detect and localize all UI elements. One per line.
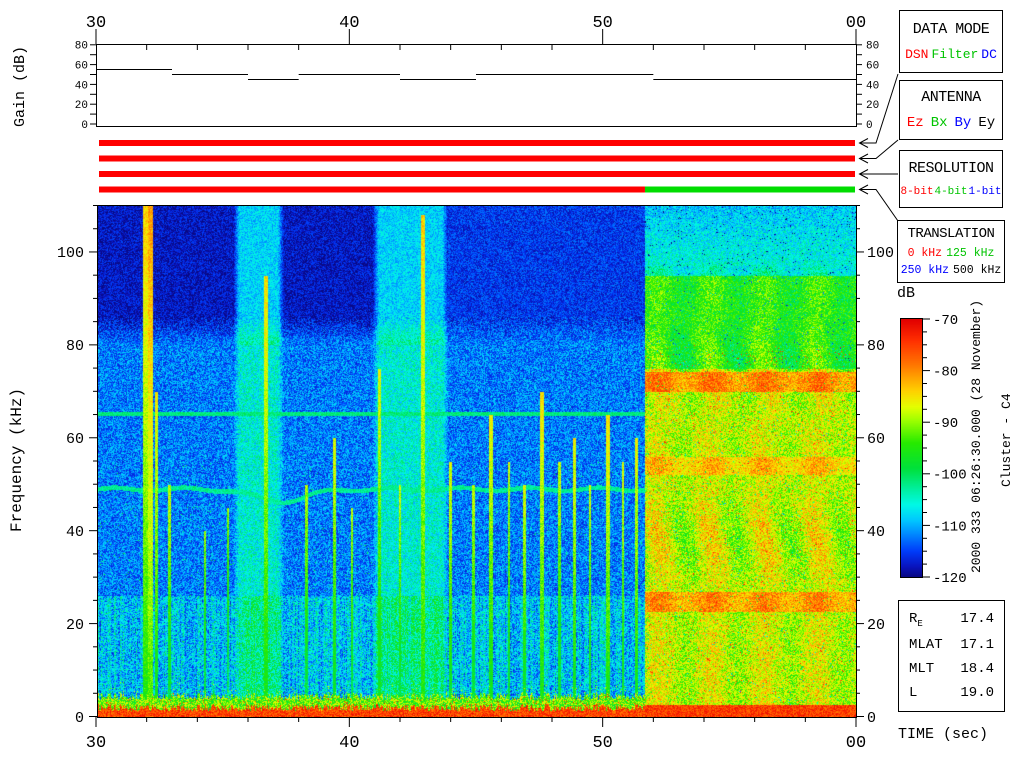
time-tick-label: 40 [339, 734, 359, 753]
spacecraft-vertical-label: Cluster - C4 [999, 388, 1014, 492]
resolution-option-1bit: 1-bit [969, 186, 1002, 198]
gain-x-tick-label: 00 [846, 14, 866, 33]
gain-y-tick-label-left: 40 [75, 80, 88, 92]
translation-title: TRANSLATION [908, 226, 995, 242]
gain-plot-frame [97, 45, 857, 127]
spectrogram-canvas [98, 206, 856, 717]
data-mode-title: DATA MODE [913, 21, 990, 38]
time-tick-label: 00 [846, 734, 866, 753]
ephemeris-box: RE 17.4 MLAT 17.1 MLT 18.4 L 19.0 [898, 600, 1005, 712]
antenna-option-by: By [955, 115, 972, 131]
colorbar-db-label: dB [897, 285, 915, 302]
translation-option-125khz: 125 kHz [946, 247, 994, 260]
ephemeris-row-mlt: MLT 18.4 [909, 661, 994, 677]
ephemeris-row-l: L 19.0 [909, 685, 994, 701]
colorbar-tick-label: -100 [933, 468, 967, 484]
status-bar-antenna [99, 156, 855, 162]
time-tick-label: 50 [592, 734, 612, 753]
ephemeris-label-mlt: MLT [909, 661, 934, 677]
ephemeris-label-re: RE [909, 611, 923, 629]
colorbar-tick-label: -80 [933, 365, 958, 381]
freq-tick-label-right: 100 [867, 245, 894, 262]
gain-y-tick-label-left: 0 [81, 120, 88, 132]
freq-tick-label-left: 40 [66, 524, 84, 541]
data-mode-option-filter: Filter [931, 47, 978, 62]
resolution-option-8bit: 8-bit [900, 186, 933, 198]
status-bar-resolution [99, 171, 855, 177]
gain-y-tick-label-right: 40 [866, 80, 879, 92]
resolution-option-4bit: 4-bit [934, 186, 967, 198]
ephemeris-value-mlt: 18.4 [960, 661, 994, 677]
timestamp-vertical-label: 2000 333 06:26:30.000 (28 November) [969, 290, 984, 582]
status-bar-translation [99, 187, 645, 193]
freq-tick-label-left: 60 [66, 431, 84, 448]
antenna-title: ANTENNA [921, 89, 981, 106]
freq-tick-label-left: 100 [57, 245, 84, 262]
gain-y-tick-label-right: 20 [866, 100, 879, 112]
time-axis-label: TIME (sec) [898, 726, 988, 743]
gain-y-tick-label-right: 0 [866, 120, 873, 132]
time-tick-label: 30 [86, 734, 106, 753]
freq-tick-label-left: 80 [66, 338, 84, 355]
translation-option-500khz: 500 kHz [953, 264, 1001, 277]
ephemeris-value-l: 19.0 [960, 685, 994, 701]
antenna-panel: ANTENNA Ez Bx By Ey [899, 80, 1003, 140]
freq-tick-label-right: 0 [867, 710, 876, 727]
colorbar-tick-label: -110 [933, 519, 967, 535]
freq-tick-label-right: 20 [867, 617, 885, 634]
freq-tick-label-left: 0 [75, 710, 84, 727]
gain-x-tick-label: 50 [592, 14, 612, 33]
status-bar-data-mode [99, 140, 855, 146]
status-bar-translation [645, 187, 855, 193]
gain-y-tick-label-left: 20 [75, 100, 88, 112]
gain-y-tick-label-left: 60 [75, 60, 88, 72]
translation-option-250khz: 250 kHz [901, 264, 949, 277]
data-mode-panel: DATA MODE DSN Filter DC [899, 10, 1003, 73]
resolution-title: RESOLUTION [908, 160, 993, 177]
antenna-option-ez: Ez [907, 115, 924, 131]
gain-axis-label: Gain (dB) [12, 44, 29, 128]
gain-x-tick-label: 30 [86, 14, 106, 33]
resolution-panel: RESOLUTION 8-bit 4-bit 1-bit [899, 150, 1003, 208]
antenna-option-ey: Ey [978, 115, 995, 131]
translation-option-0khz: 0 kHz [908, 247, 943, 260]
ephemeris-label-mlat: MLAT [909, 637, 943, 653]
ephemeris-value-mlat: 17.1 [960, 637, 994, 653]
ephemeris-label-l: L [909, 685, 917, 701]
colorbar-tick-label: -90 [933, 416, 958, 432]
arrow-connector-translation [860, 190, 898, 222]
freq-tick-label-right: 60 [867, 431, 885, 448]
colorbar-tick-label: -120 [933, 571, 967, 587]
freq-tick-label-right: 80 [867, 338, 885, 355]
colorbar-tick-label: -70 [933, 313, 958, 329]
freq-tick-label-right: 40 [867, 524, 885, 541]
ephemeris-value-re: 17.4 [960, 611, 994, 629]
gain-x-tick-label: 40 [339, 14, 359, 33]
gain-y-tick-label-right: 80 [866, 41, 879, 53]
data-mode-option-dsn: DSN [905, 47, 928, 62]
gain-y-tick-label-right: 60 [866, 60, 879, 72]
gain-y-tick-label-left: 80 [75, 41, 88, 53]
translation-panel: TRANSLATION 0 kHz 125 kHz 250 kHz 500 kH… [897, 220, 1005, 283]
ephemeris-row-mlat: MLAT 17.1 [909, 637, 994, 653]
ephemeris-row-re: RE 17.4 [909, 611, 994, 629]
freq-tick-label-left: 20 [66, 617, 84, 634]
colorbar-gradient [900, 318, 923, 578]
antenna-option-bx: Bx [931, 115, 948, 131]
wbd-spectrogram-screen: 8080606040402020003040500010010080806060… [0, 0, 1024, 768]
frequency-axis-label: Frequency (kHz) [8, 378, 26, 542]
data-mode-option-dc: DC [981, 47, 997, 62]
